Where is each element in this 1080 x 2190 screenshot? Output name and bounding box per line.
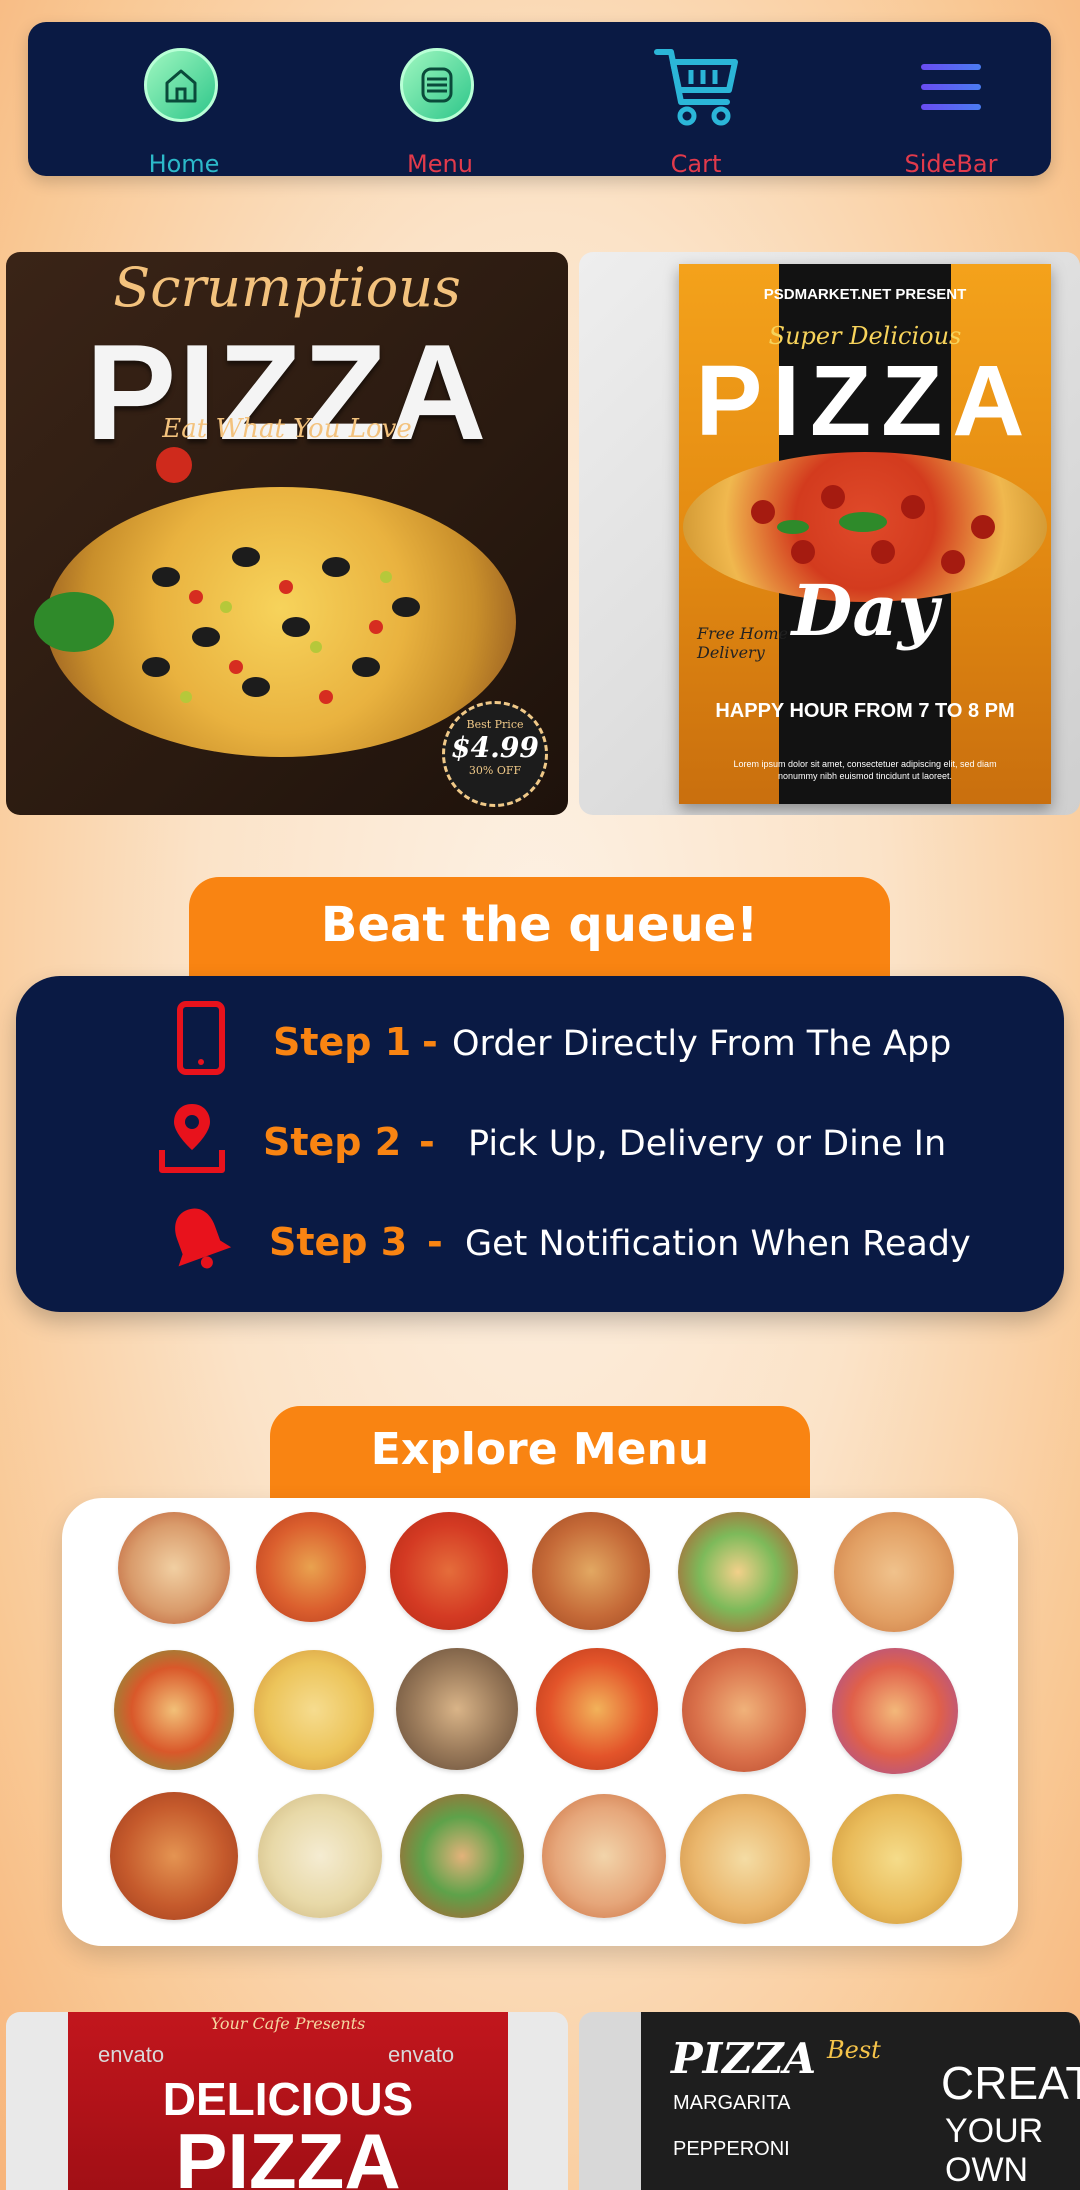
step-1-text: Order Directly From The App [452,1024,952,1064]
poster-happy-hour: HAPPY HOUR FROM 7 TO 8 PM [715,700,1015,722]
banner-big-title: PIZZA [85,316,489,468]
nav-menu[interactable]: Menu [355,42,525,176]
queue-title: Beat the queue! [320,897,759,953]
pizza-thumb[interactable] [532,1512,650,1630]
nav-sidebar[interactable]: SideBar [866,42,1036,176]
price-value: $4.99 [451,731,539,764]
nav-menu-label: Menu [407,150,473,178]
banner-script-title: Scrumptious [113,256,461,319]
step-row-3: Step 3 - Get Notification When Ready [16,1198,1064,1278]
envato-watermark: envato [388,2042,455,2067]
phone-icon [166,998,236,1078]
delicious-poster: Your Cafe Presents DELICIOUS PIZZA envat… [68,2012,508,2190]
chalkboard-best: Best [827,2036,881,2064]
cart-icon[interactable] [654,48,738,128]
banner-tagline: Eat What You Love [162,414,412,444]
promo-banner-pizza-day[interactable]: PSDMARKET.NET PRESENT Super Delicious PI… [579,252,1080,815]
top-navbar: Home Menu Cart SideBar [28,22,1051,176]
pizza-thumb[interactable] [110,1792,238,1920]
pizza-thumb[interactable] [118,1512,230,1624]
queue-header-tab: Beat the queue! [189,877,890,977]
chalkboard-title: PIZZA [671,2034,817,2083]
poster-title: PIZZA [695,345,1035,457]
nav-cart[interactable]: Cart [611,42,781,176]
tomato-icon [156,447,192,483]
basil-leaf [34,592,114,652]
location-pin-icon [152,1098,225,1178]
pizza-thumb[interactable] [678,1512,798,1632]
delicious-presents: Your Cafe Presents [210,2014,366,2033]
poster-presenter: PSDMARKET.NET PRESENT [763,286,967,303]
price-badge: Best Price $4.99 30% OFF [442,701,548,807]
pizza-thumb[interactable] [258,1794,382,1918]
chalkboard-creat: CREAT [941,2057,1080,2109]
pizza-thumb[interactable] [834,1512,954,1632]
pizza-thumb[interactable] [390,1512,508,1630]
pizza-thumb[interactable] [680,1794,810,1924]
pizza-thumb[interactable] [832,1648,958,1774]
price-discount: 30% OFF [468,764,522,777]
price-label: Best Price [466,718,524,731]
pizza-thumb[interactable] [254,1650,374,1770]
promo-banner-scrumptious[interactable]: Scrumptious PIZZA Eat What You Love Best… [6,252,568,815]
nav-cart-label: Cart [670,150,722,178]
step-2-dash: - [419,1120,435,1164]
pizza-image [46,487,516,757]
promo-banner-delicious-pizza[interactable]: Your Cafe Presents DELICIOUS PIZZA envat… [6,2012,568,2190]
explore-menu-title: Explore Menu [370,1424,710,1475]
poster-lorem: Lorem ipsum dolor sit amet, consectetuer… [733,759,997,781]
bell-icon [158,1198,232,1278]
promo-banner-chalkboard-menu[interactable]: PIZZA MARGARITA PEPPERONI Best CREAT YOU… [579,2012,1080,2190]
explore-menu-tab[interactable]: Explore Menu [270,1406,810,1500]
chalkboard-your-own: YOUR OWN [945,2112,1044,2189]
step-3-dash: - [427,1220,443,1264]
nav-home-label: Home [148,150,220,178]
home-icon[interactable] [144,48,224,128]
poster-free-delivery: Free Home Delivery [697,624,788,662]
pizza-thumb[interactable] [832,1794,962,1924]
step-2-text: Pick Up, Delivery or Dine In [468,1124,947,1164]
pizza-thumb[interactable] [542,1794,666,1918]
step-3-text: Get Notification When Ready [465,1224,971,1264]
step-1-dash: - [422,1020,438,1064]
pizza-thumb[interactable] [536,1648,658,1770]
nav-sidebar-label: SideBar [904,150,998,178]
step-1-label: Step 1 [273,1020,412,1064]
pizza-thumb[interactable] [256,1512,366,1622]
pizza-thumb[interactable] [682,1648,806,1772]
delicious-line2: PIZZA [175,2117,401,2190]
envato-watermark: envato [98,2042,165,2067]
chalkboard-item: PEPPERONI [673,2138,790,2160]
nav-home[interactable]: Home [99,42,269,176]
step-3-label: Step 3 [269,1220,408,1264]
menu-icon[interactable] [400,48,480,128]
step-row-1: Step 1 - Order Directly From The App [16,998,1064,1078]
pizza-thumb[interactable] [400,1794,524,1918]
pizza-thumb[interactable] [114,1650,234,1770]
queue-steps-card: Step 1 - Order Directly From The App Ste… [16,976,1064,1312]
chalkboard-poster: PIZZA MARGARITA PEPPERONI Best CREAT YOU… [641,2012,1080,2190]
step-2-label: Step 2 [263,1120,402,1164]
pizza-day-poster: PSDMARKET.NET PRESENT Super Delicious PI… [679,264,1051,804]
hamburger-icon[interactable] [911,48,991,128]
step-row-2: Step 2 - Pick Up, Delivery or Dine In [16,1098,1064,1178]
explore-menu-card[interactable] [62,1498,1018,1946]
chalkboard-item: MARGARITA [673,2092,791,2114]
pizza-thumb[interactable] [396,1648,518,1770]
